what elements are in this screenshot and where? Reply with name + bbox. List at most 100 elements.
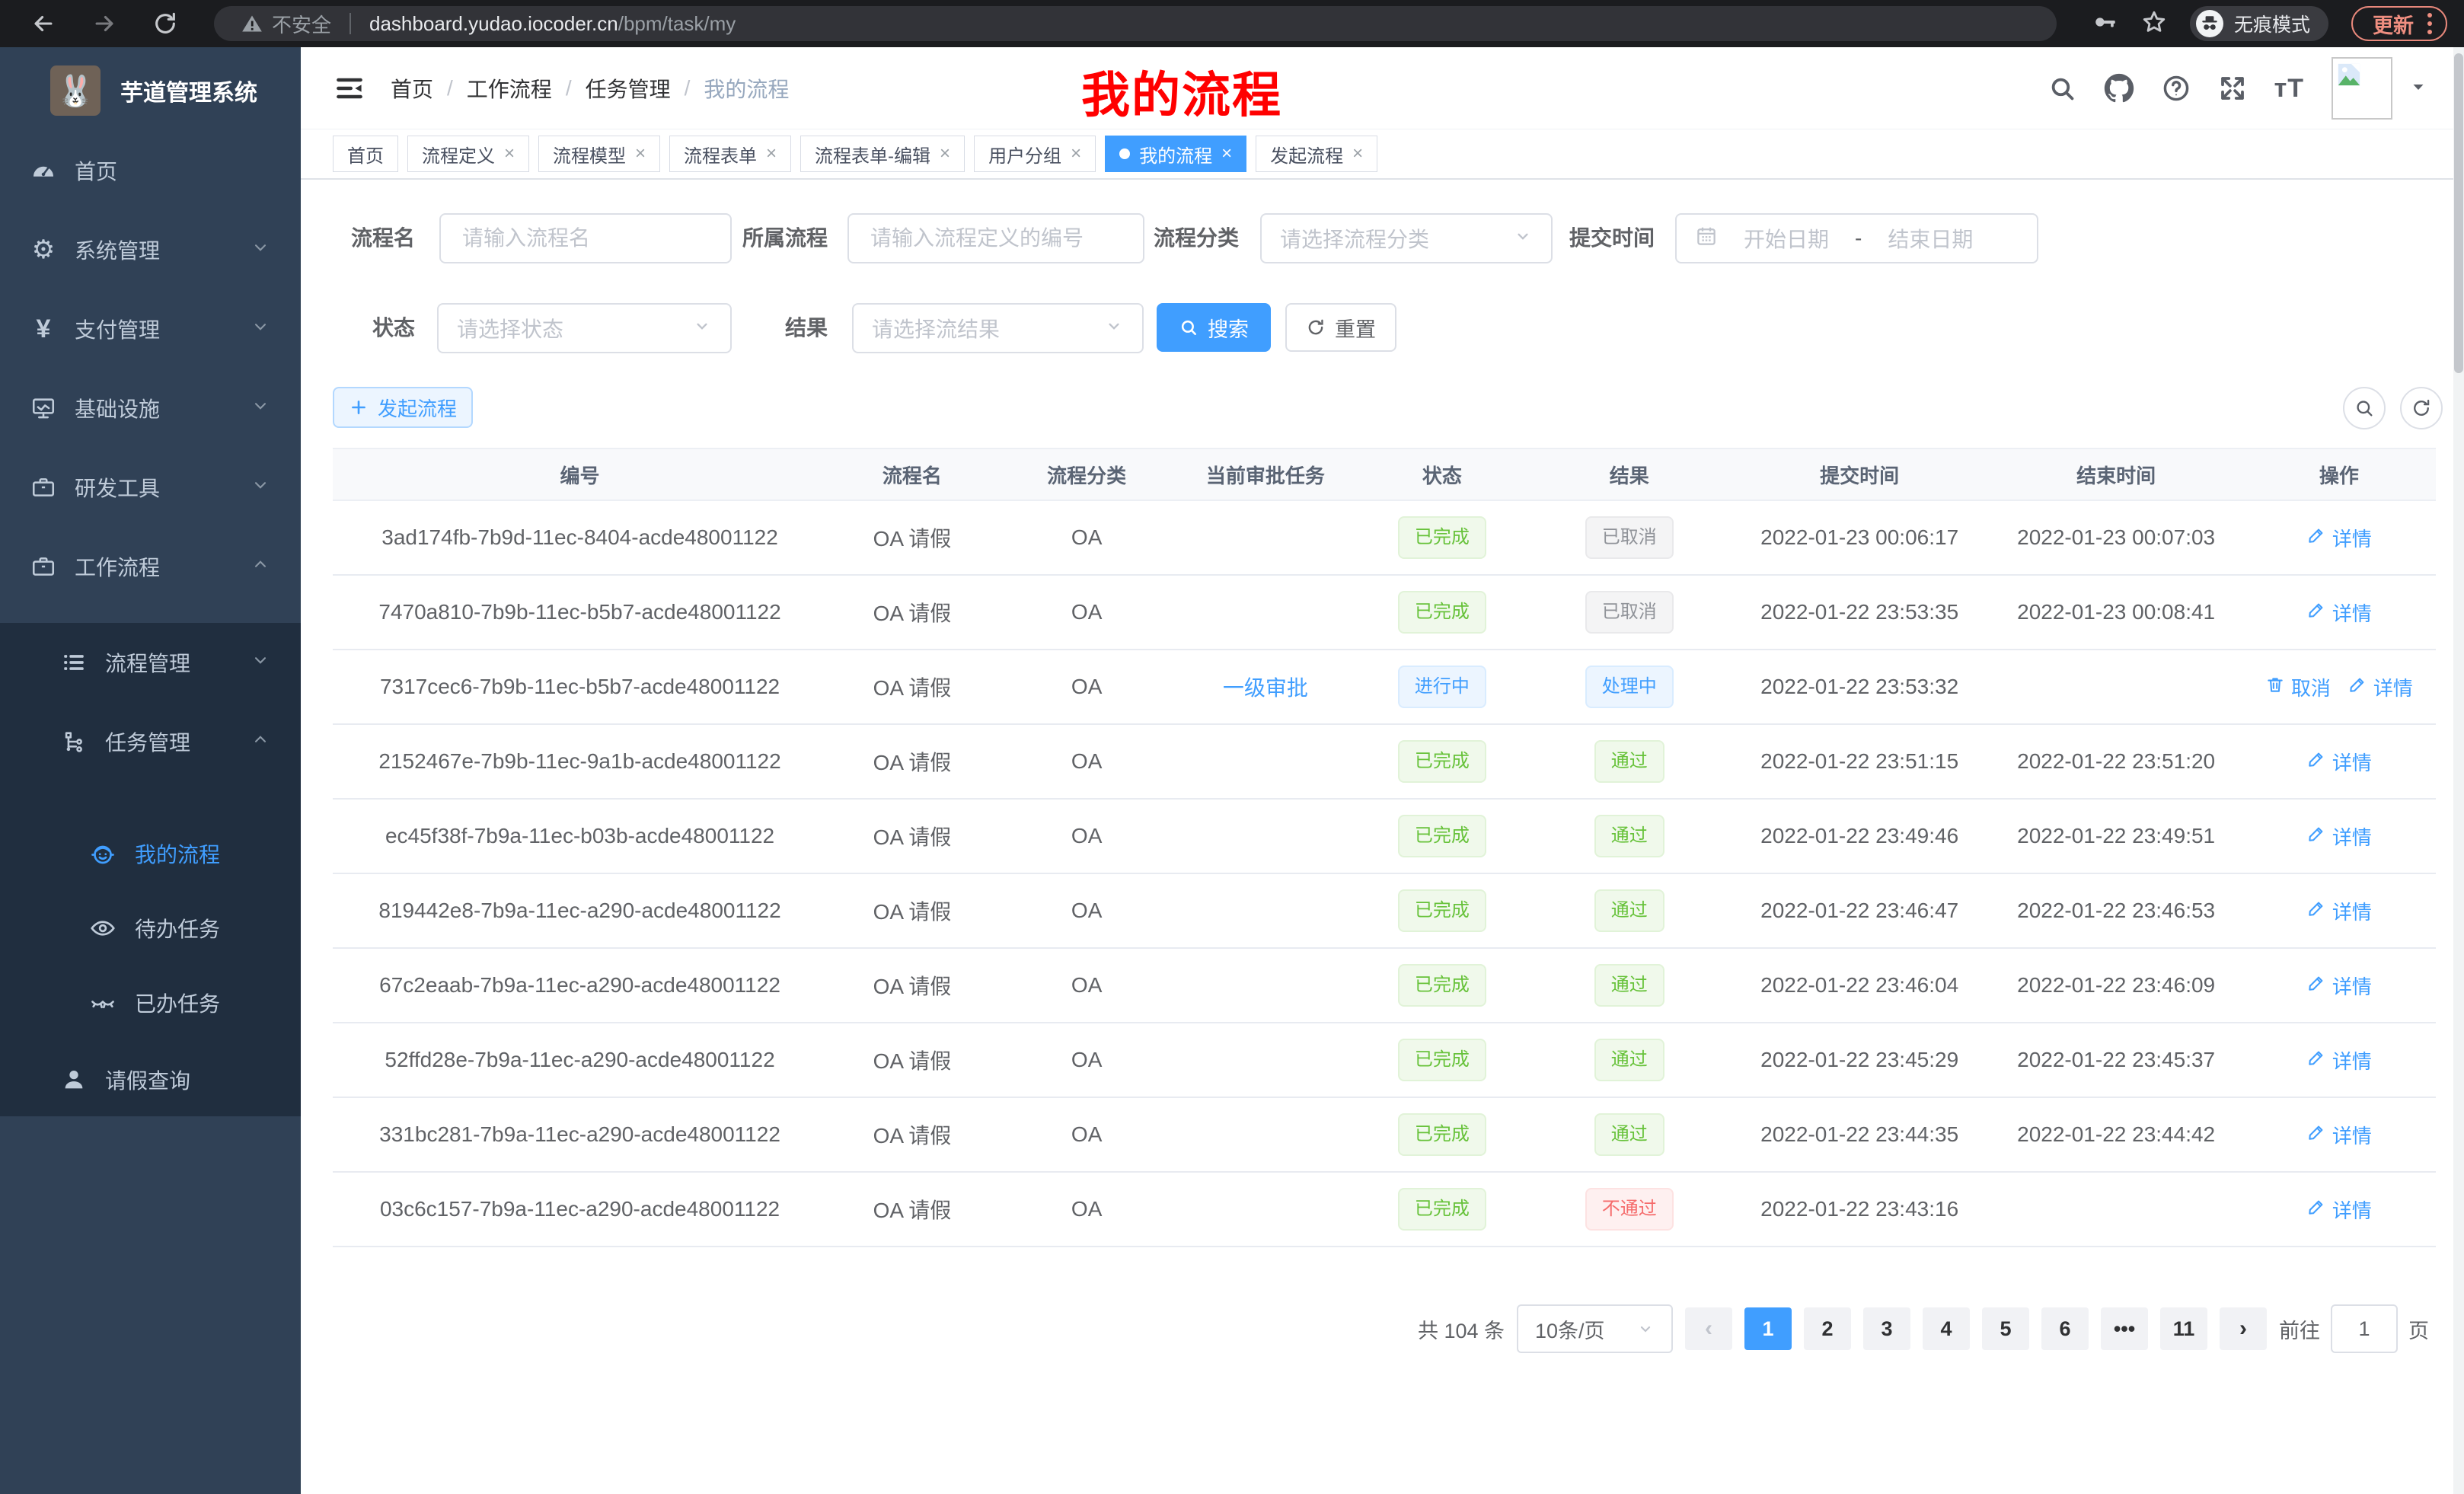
address-bar[interactable]: 不安全 dashboard.yudao.iocoder.cn/bpm/task/… <box>214 6 2057 41</box>
detail-link[interactable]: 详情 <box>2306 972 2372 1000</box>
close-icon[interactable]: × <box>1071 145 1081 163</box>
avatar[interactable] <box>2332 57 2392 120</box>
column-header: 状态 <box>1355 449 1529 500</box>
page-button-1[interactable]: 1 <box>1744 1307 1792 1350</box>
github-icon[interactable] <box>2104 73 2134 104</box>
sidebar-item-leave-query[interactable]: 请假查询 <box>0 1040 301 1119</box>
sidebar-item-system-management[interactable]: ⚙系统管理 <box>0 210 301 289</box>
reset-button[interactable]: 重置 <box>1285 303 1396 352</box>
status-select[interactable]: 请选择状态 <box>437 303 732 353</box>
page-button-11[interactable]: 11 <box>2160 1307 2207 1350</box>
sidebar-item-task-management[interactable]: 任务管理 <box>0 702 301 781</box>
page-button-5[interactable]: 5 <box>1982 1307 2029 1350</box>
fullscreen-icon[interactable] <box>2218 74 2247 103</box>
breadcrumb-item: 我的流程 <box>704 73 789 104</box>
page-button-6[interactable]: 6 <box>2041 1307 2089 1350</box>
scrollbar-thumb[interactable] <box>2454 53 2463 373</box>
font-size-icon[interactable]: тT <box>2274 74 2304 104</box>
not-secure-warning[interactable]: 不安全 <box>241 10 331 38</box>
submit-time-range-picker[interactable]: 开始日期 - 结束日期 <box>1675 213 2038 263</box>
tab-home[interactable]: 首页 <box>333 136 398 172</box>
breadcrumb-item[interactable]: 工作流程 <box>467 73 552 104</box>
tab-start-process[interactable]: 发起流程 × <box>1256 136 1377 172</box>
close-icon[interactable]: × <box>1352 145 1363 163</box>
parent-process-input[interactable] <box>847 213 1144 263</box>
sidebar-item-done-tasks[interactable]: 已办任务 <box>0 966 301 1040</box>
browser-update-button[interactable]: 更新 <box>2351 6 2447 41</box>
detail-link[interactable]: 详情 <box>2306 1121 2372 1149</box>
prev-page-button[interactable]: ‹ <box>1685 1307 1732 1350</box>
page-button-3[interactable]: 3 <box>1863 1307 1910 1350</box>
avatar-caret-icon[interactable] <box>2409 78 2427 100</box>
tab-user-group[interactable]: 用户分组× <box>974 136 1096 172</box>
close-icon[interactable]: × <box>635 145 646 163</box>
tab-process-model[interactable]: 流程模型× <box>538 136 660 172</box>
page-scrollbar[interactable] <box>2453 47 2464 1494</box>
tab-process-form-edit[interactable]: 流程表单-编辑× <box>800 136 965 172</box>
close-icon[interactable]: × <box>1221 145 1232 163</box>
date-start-placeholder[interactable]: 开始日期 <box>1744 223 1829 254</box>
category-label: 流程分类 <box>1138 213 1239 263</box>
page-size-select[interactable]: 10条/页 <box>1517 1304 1673 1353</box>
cancel-link[interactable]: 取消 <box>2265 673 2331 701</box>
cell-current-task <box>1176 948 1355 1023</box>
detail-link[interactable]: 详情 <box>2306 524 2372 552</box>
browser-forward-icon[interactable] <box>91 11 117 37</box>
sidebar-item-home[interactable]: 首页 <box>0 131 301 210</box>
process-name-input[interactable] <box>439 213 732 263</box>
sidebar-item-my-process[interactable]: 我的流程 <box>0 816 301 891</box>
table-refresh-button[interactable] <box>2400 387 2443 429</box>
sidebar-item-todo-tasks[interactable]: 待办任务 <box>0 891 301 966</box>
tab-process-form[interactable]: 流程表单× <box>669 136 791 172</box>
detail-link[interactable]: 详情 <box>2306 1196 2372 1224</box>
table-row: ec45f38f-7b9a-11ec-b03b-acde48001122OA 请… <box>333 799 2436 873</box>
start-process-button[interactable]: 发起流程 <box>333 387 473 428</box>
cell-submit-time: 2022-01-22 23:45:29 <box>1729 1023 1990 1097</box>
page-ellipsis[interactable]: ••• <box>2101 1307 2148 1350</box>
browser-menu-icon[interactable] <box>2427 13 2432 34</box>
detail-link[interactable]: 详情 <box>2306 748 2372 776</box>
bookmark-star-icon[interactable] <box>2141 9 2167 39</box>
app-logo-row[interactable]: 🐰 芋道管理系统 <box>0 47 301 116</box>
result-select[interactable]: 请选择流结果 <box>852 303 1144 353</box>
current-task-link[interactable]: 一级审批 <box>1223 676 1308 700</box>
screen: 不安全 dashboard.yudao.iocoder.cn/bpm/task/… <box>0 0 2464 1494</box>
search-icon <box>1179 318 1198 337</box>
detail-link[interactable]: 详情 <box>2306 1046 2372 1074</box>
sidebar-item-dev-tools[interactable]: 研发工具 <box>0 448 301 527</box>
search-button[interactable]: 搜索 <box>1157 303 1271 352</box>
submit-time-label: 提交时间 <box>1554 213 1655 263</box>
detail-link[interactable]: 详情 <box>2306 599 2372 627</box>
breadcrumb-item[interactable]: 任务管理 <box>586 73 671 104</box>
pagination: 共 104 条 10条/页 ‹ 123456•••11 › 前往 页 <box>1418 1304 2429 1353</box>
detail-link[interactable]: 详情 <box>2306 822 2372 851</box>
browser-chrome: 不安全 dashboard.yudao.iocoder.cn/bpm/task/… <box>0 0 2464 47</box>
tab-my-process[interactable]: 我的流程× <box>1105 136 1246 172</box>
next-page-button[interactable]: › <box>2220 1307 2267 1350</box>
breadcrumb-item[interactable]: 首页 <box>391 73 433 104</box>
tab-label: 发起流程 <box>1270 141 1343 168</box>
detail-link[interactable]: 详情 <box>2306 897 2372 925</box>
page-button-4[interactable]: 4 <box>1923 1307 1970 1350</box>
detail-link[interactable]: 详情 <box>2348 673 2413 701</box>
sidebar-item-process-management[interactable]: 流程管理 <box>0 623 301 702</box>
sidebar-item-workflow[interactable]: 工作流程 <box>0 527 301 606</box>
key-icon[interactable] <box>2092 9 2118 39</box>
cell-end-time: 2022-01-22 23:46:09 <box>1990 948 2242 1023</box>
browser-back-icon[interactable] <box>30 11 56 37</box>
page-button-2[interactable]: 2 <box>1804 1307 1851 1350</box>
sidebar-item-payment-management[interactable]: ¥支付管理 <box>0 289 301 369</box>
date-end-placeholder[interactable]: 结束日期 <box>1888 223 1973 254</box>
hamburger-icon[interactable] <box>333 72 366 109</box>
close-icon[interactable]: × <box>766 145 777 163</box>
tab-process-definition[interactable]: 流程定义× <box>407 136 529 172</box>
table-search-button[interactable] <box>2343 387 2386 429</box>
help-icon[interactable] <box>2162 74 2191 103</box>
goto-page-input[interactable] <box>2331 1304 2398 1353</box>
sidebar-item-infrastructure[interactable]: 基础设施 <box>0 369 301 448</box>
browser-reload-icon[interactable] <box>152 11 178 37</box>
close-icon[interactable]: × <box>940 145 950 163</box>
search-icon[interactable] <box>2047 74 2076 103</box>
close-icon[interactable]: × <box>504 145 515 163</box>
category-select[interactable]: 请选择流程分类 <box>1260 213 1553 263</box>
